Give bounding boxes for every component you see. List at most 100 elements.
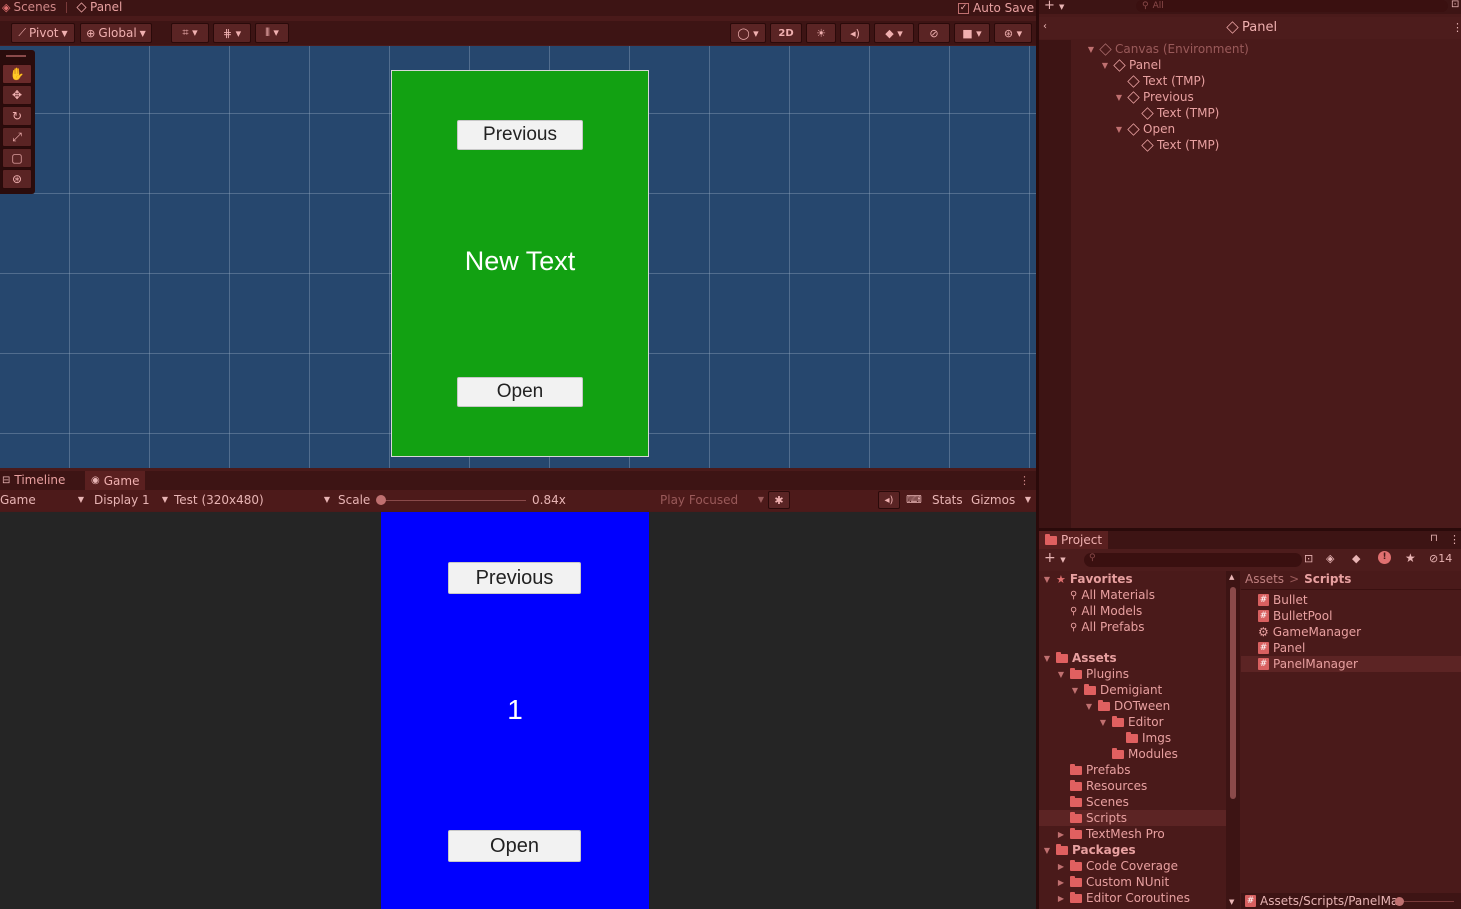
breadcrumb-assets[interactable]: Assets: [1245, 572, 1284, 586]
favorite-item[interactable]: ⚲ All Models: [1070, 603, 1142, 619]
grid-visibility-button[interactable]: ⋕ ▾: [213, 23, 251, 43]
more-options-icon[interactable]: ⋮: [1019, 474, 1030, 487]
scene-panel[interactable]: Previous New Text Open: [391, 70, 649, 457]
scroll-down-arrow[interactable]: ▼: [1229, 898, 1234, 906]
tree-item[interactable]: Prefabs: [1056, 762, 1131, 778]
hierarchy-item[interactable]: ▼ Canvas (Environment): [1086, 41, 1249, 57]
file-item[interactable]: ⚙ GameManager: [1258, 624, 1361, 640]
audio-toggle[interactable]: ◂): [840, 23, 870, 43]
hierarchy-item[interactable]: ▼ Panel: [1100, 57, 1161, 73]
tree-item[interactable]: ▼ Plugins: [1056, 666, 1129, 682]
bug-icon[interactable]: ✱: [768, 491, 790, 509]
rect-tool-icon[interactable]: ▢: [2, 148, 32, 168]
more-options-icon[interactable]: ⋮: [1449, 533, 1460, 546]
star-icon[interactable]: ★: [1405, 551, 1416, 565]
increment-snap-button[interactable]: ⦀ ▾: [255, 23, 289, 43]
tree-item[interactable]: ▼ Assets: [1042, 650, 1117, 666]
lock-icon[interactable]: ⊓: [1430, 533, 1438, 544]
game-view[interactable]: Previous 1 Open: [0, 512, 1036, 909]
display-dropdown[interactable]: Display 1 ▼: [94, 493, 168, 507]
keyboard-icon[interactable]: ⌨: [906, 493, 922, 506]
scroll-up-arrow[interactable]: ▲: [1229, 573, 1234, 581]
file-item[interactable]: # BulletPool: [1258, 608, 1332, 624]
tree-item[interactable]: ▶ Editor Coroutines: [1056, 890, 1190, 906]
hierarchy-item[interactable]: Text (TMP): [1128, 105, 1219, 121]
2d-toggle[interactable]: 2D: [770, 23, 802, 43]
camera-dropdown[interactable]: ■ ▾: [954, 23, 990, 43]
game-tab[interactable]: ◉ Game: [85, 471, 146, 490]
create-asset-button[interactable]: + ▼: [1044, 550, 1066, 566]
panel-prefab-tab[interactable]: Panel: [76, 0, 122, 14]
scale-tool-icon[interactable]: ⤢: [2, 127, 32, 147]
lighting-toggle[interactable]: ☀: [806, 23, 836, 43]
search-by-type-icon[interactable]: ⊡: [1304, 552, 1313, 565]
game-panel[interactable]: Previous 1 Open: [381, 512, 649, 909]
tree-item[interactable]: ▼ Packages: [1042, 842, 1136, 858]
icon-size-slider-track[interactable]: [1404, 901, 1454, 902]
global-dropdown[interactable]: ⊕ Global ▼: [80, 23, 152, 43]
hierarchy-item[interactable]: ▼ Previous: [1114, 89, 1194, 105]
scene-view[interactable]: ✋ ✥ ↻ ⤢ ▢ ⊛ Previous New Text Open: [0, 46, 1036, 468]
auto-save-toggle[interactable]: ✓ Auto Save: [958, 1, 1034, 15]
play-focused-dropdown[interactable]: Play Focused ▼: [660, 493, 764, 507]
tree-item-selected[interactable]: Scripts: [1056, 810, 1127, 826]
hand-tool-icon[interactable]: ✋: [2, 64, 32, 84]
grid-snap-button[interactable]: ⌗ ▾: [171, 23, 209, 43]
game-open-button[interactable]: Open: [448, 830, 581, 862]
hierarchy-item[interactable]: Text (TMP): [1114, 73, 1205, 89]
scale-slider-handle[interactable]: [376, 495, 386, 505]
scenes-tab[interactable]: ◈ Scenes: [2, 0, 56, 14]
hidden-packages-toggle[interactable]: ⊘14: [1429, 552, 1452, 565]
tree-item[interactable]: ▼ Demigiant: [1070, 682, 1162, 698]
icon-size-slider-handle[interactable]: [1395, 897, 1404, 906]
project-search-input[interactable]: ⚲: [1084, 553, 1302, 567]
scene-open-button[interactable]: Open: [457, 377, 583, 407]
add-object-button[interactable]: + ▼: [1044, 0, 1064, 13]
tree-item[interactable]: ▶ Custom NUnit: [1056, 874, 1169, 890]
scale-slider-track[interactable]: [380, 500, 526, 501]
rotate-tool-icon[interactable]: ↻: [2, 106, 32, 126]
tree-item[interactable]: Scenes: [1056, 794, 1129, 810]
project-tab[interactable]: Project: [1039, 531, 1109, 549]
hierarchy-item[interactable]: ▼ Open: [1114, 121, 1175, 137]
tree-item[interactable]: ▶ TextMesh Pro: [1056, 826, 1165, 842]
more-options-icon[interactable]: ⋮: [1452, 21, 1461, 34]
tree-item[interactable]: ▶ Code Coverage: [1056, 858, 1178, 874]
breadcrumb-scripts[interactable]: Scripts: [1304, 572, 1351, 586]
favorite-item[interactable]: ⚲ All Materials: [1070, 587, 1155, 603]
stats-button[interactable]: Stats: [932, 493, 963, 507]
filter-type-icon[interactable]: ◈: [1326, 552, 1334, 565]
draw-mode-dropdown[interactable]: ◯ ▾: [730, 23, 766, 43]
tree-item[interactable]: ▼ Editor: [1098, 714, 1164, 730]
pivot-dropdown[interactable]: ⟋ Pivot ▼: [11, 23, 75, 43]
scene-previous-button[interactable]: Previous: [457, 120, 583, 150]
tree-item[interactable]: ▼ DOTween: [1084, 698, 1170, 714]
filter-label-icon[interactable]: ◆: [1352, 552, 1360, 565]
tree-scrollbar[interactable]: ▲ ▼: [1226, 571, 1240, 909]
gizmos-dropdown[interactable]: Gizmos ▼: [971, 493, 1031, 507]
tree-item[interactable]: Modules: [1098, 746, 1178, 762]
game-previous-button[interactable]: Previous: [448, 562, 581, 594]
favorites-header[interactable]: ▼ ★ Favorites: [1042, 571, 1133, 587]
mute-audio-icon[interactable]: ◂): [878, 491, 900, 509]
resolution-dropdown[interactable]: Test (320x480) ▼: [174, 493, 330, 507]
tree-item[interactable]: Resources: [1056, 778, 1147, 794]
file-item[interactable]: # Bullet: [1258, 592, 1308, 608]
scene-search-icon[interactable]: ⊡: [1451, 0, 1459, 10]
hierarchy-search[interactable]: ⚲ All: [1136, 0, 1448, 12]
hierarchy-item[interactable]: Text (TMP): [1128, 137, 1219, 153]
palette-handle[interactable]: [6, 55, 26, 57]
back-arrow-icon[interactable]: ‹: [1043, 21, 1047, 32]
game-display-mode-dropdown[interactable]: Game ▼: [0, 493, 84, 507]
file-item-selected[interactable]: # PanelManager: [1258, 656, 1358, 672]
transform-tool-icon[interactable]: ⊛: [2, 169, 32, 189]
scrollbar-thumb[interactable]: [1230, 587, 1236, 799]
favorite-item[interactable]: ⚲ All Prefabs: [1070, 619, 1145, 635]
file-item[interactable]: # Panel: [1258, 640, 1305, 656]
move-tool-icon[interactable]: ✥: [2, 85, 32, 105]
effects-dropdown[interactable]: ◆ ▾: [874, 23, 914, 43]
hidden-objects-toggle[interactable]: ⊘: [918, 23, 950, 43]
warning-icon[interactable]: !: [1378, 551, 1391, 564]
tree-item[interactable]: Imgs: [1112, 730, 1171, 746]
timeline-tab[interactable]: ⊟ Timeline: [2, 473, 65, 487]
